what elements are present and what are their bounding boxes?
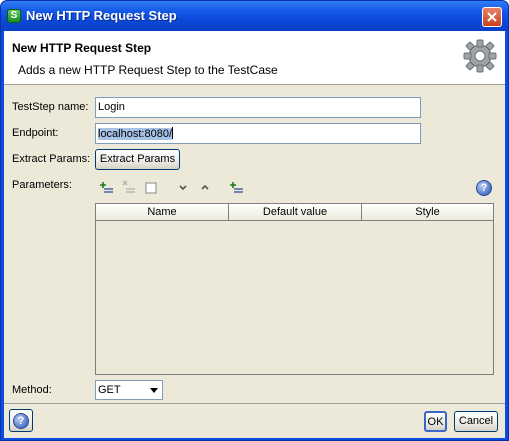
column-header-default-value[interactable]: Default value [229, 204, 362, 221]
teststep-name-input[interactable]: Login [95, 97, 421, 118]
dialog-header: New HTTP Request Step Adds a new HTTP Re… [4, 31, 505, 85]
move-down-icon[interactable] [175, 179, 191, 195]
help-icon: ? [13, 413, 29, 429]
header-title: New HTTP Request Step [12, 41, 152, 55]
column-header-name[interactable]: Name [96, 204, 229, 221]
teststep-name-label: TestStep name: [12, 101, 89, 113]
table-header: Name Default value Style [96, 204, 493, 221]
endpoint-label: Endpoint: [12, 127, 59, 139]
column-header-style[interactable]: Style [362, 204, 493, 221]
cancel-button[interactable]: Cancel [454, 411, 498, 432]
dialog-content: New HTTP Request Step Adds a new HTTP Re… [4, 31, 505, 438]
endpoint-value: localhost:8080/ [98, 128, 172, 140]
teststep-name-value: Login [98, 101, 125, 113]
title-bar[interactable]: S New HTTP Request Step [1, 1, 508, 31]
method-value: GET [98, 384, 121, 396]
text-caret [172, 127, 173, 139]
add-param-icon[interactable] [99, 179, 115, 195]
chevron-down-icon [150, 388, 158, 393]
method-select[interactable]: GET [95, 380, 163, 400]
extract-params-button[interactable]: Extract Params [95, 149, 180, 170]
parameters-label: Parameters: [12, 179, 72, 191]
footer-divider [4, 403, 505, 404]
dialog-window: S New HTTP Request Step New HTTP Request… [0, 0, 509, 441]
clear-icon[interactable] [143, 179, 159, 195]
add-from-query-icon[interactable] [229, 179, 245, 195]
endpoint-input[interactable]: localhost:8080/ [95, 123, 421, 144]
extract-params-label: Extract Params: [12, 153, 91, 165]
header-description: Adds a new HTTP Request Step to the Test… [18, 63, 278, 77]
close-icon [487, 12, 497, 22]
method-label: Method: [12, 384, 52, 396]
parameters-help-icon[interactable]: ? [476, 180, 492, 196]
move-up-icon[interactable] [197, 179, 213, 195]
soapui-icon: S [7, 9, 21, 23]
help-button[interactable]: ? [9, 409, 33, 432]
window-title: New HTTP Request Step [26, 8, 177, 23]
remove-param-icon[interactable] [121, 179, 137, 195]
parameters-table[interactable]: Name Default value Style [95, 203, 494, 375]
close-button[interactable] [482, 7, 502, 27]
ok-button[interactable]: OK [424, 411, 447, 432]
gear-icon [463, 39, 497, 73]
